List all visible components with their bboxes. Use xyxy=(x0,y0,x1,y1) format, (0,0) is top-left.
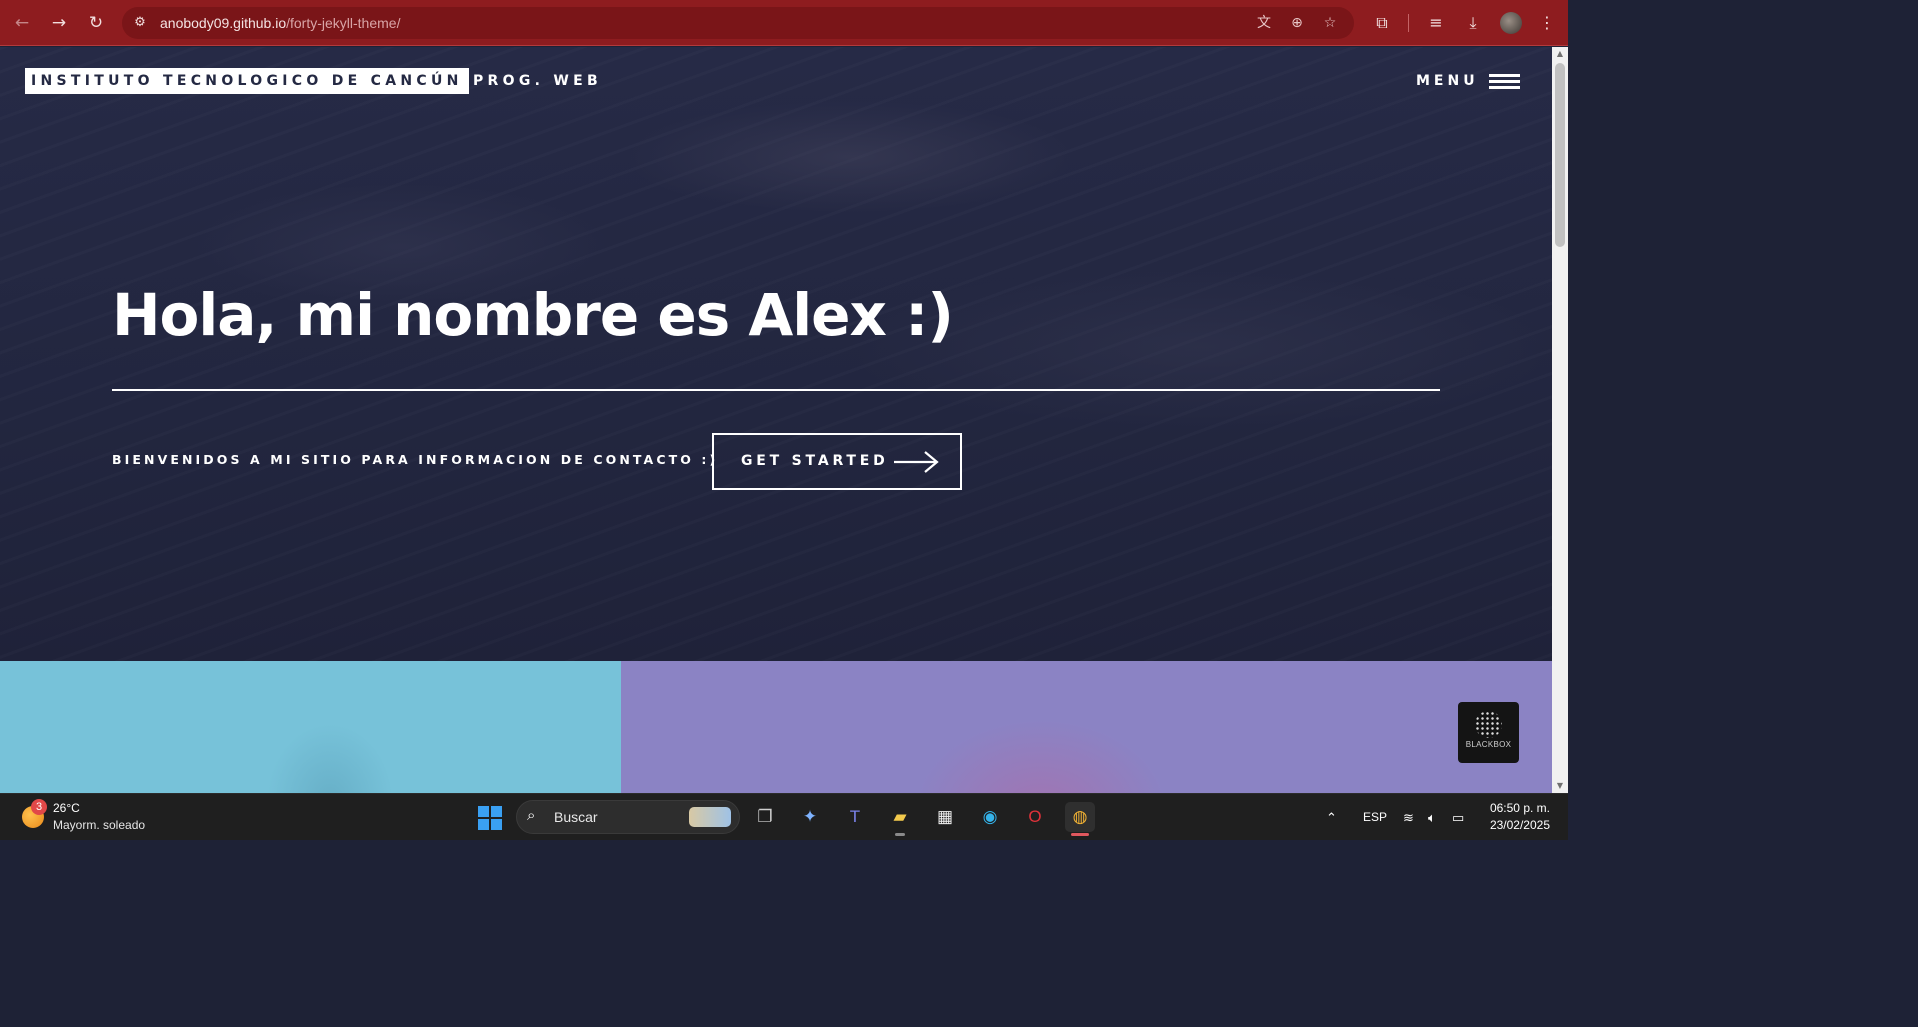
browser-toolbar: ← → ↻ ⚙ anobody09.github.io/forty-jekyll… xyxy=(0,0,1568,46)
site-logo[interactable]: INSTITUTO TECNOLOGICO DE CANCÚN xyxy=(25,68,469,94)
site-subtitle[interactable]: PROG. WEB xyxy=(473,68,602,94)
scroll-down-icon[interactable]: ▼ xyxy=(1552,779,1568,793)
blackbox-widget[interactable]: BLACKBOX xyxy=(1458,702,1519,763)
search-icon: ⌕ xyxy=(527,807,536,824)
task-view-icon[interactable]: ❐ xyxy=(750,802,780,832)
edge-icon[interactable]: ◉ xyxy=(975,802,1005,832)
search-highlight-image xyxy=(689,807,731,827)
scrollbar-thumb[interactable] xyxy=(1555,63,1565,247)
search-placeholder: Buscar xyxy=(554,809,598,825)
url-host: anobody09.github.io xyxy=(160,15,287,31)
weather-badge: 3 xyxy=(31,799,47,815)
address-bar[interactable]: ⚙ anobody09.github.io/forty-jekyll-theme… xyxy=(122,7,1354,39)
hero-subtitle: BIENVENIDOS A MI SITIO PARA INFORMACION … xyxy=(112,452,719,467)
download-icon[interactable]: ⤓ xyxy=(1461,11,1485,35)
opera-icon[interactable]: O xyxy=(1020,802,1050,832)
hero-divider xyxy=(112,389,1440,391)
file-explorer-icon[interactable]: ▰ xyxy=(885,802,915,836)
bookmark-star-icon[interactable]: ☆ xyxy=(1320,13,1340,33)
copilot-icon[interactable]: ✦ xyxy=(795,802,825,832)
toolbar-divider xyxy=(1408,14,1409,32)
reload-icon[interactable]: ↻ xyxy=(84,11,108,35)
hero-title: Hola, mi nombre es Alex :) xyxy=(112,281,954,349)
tray-chevron-icon[interactable]: ⌃ xyxy=(1326,794,1337,841)
forward-icon[interactable]: → xyxy=(47,11,71,35)
weather-description[interactable]: Mayorm. soleado xyxy=(53,818,145,832)
taskbar: 3 26°C Mayorm. soleado ⌕ Buscar ❐ ✦ T ▰ … xyxy=(0,793,1568,840)
weather-temperature[interactable]: 26°C xyxy=(53,801,80,815)
wifi-icon[interactable]: ≋ xyxy=(1403,794,1414,841)
hero-banner: INSTITUTO TECNOLOGICO DE CANCÚN PROG. WE… xyxy=(0,47,1552,661)
media-playlist-icon[interactable]: ≡ xyxy=(1424,11,1448,35)
arrow-right-icon xyxy=(894,451,939,473)
extensions-icon[interactable]: ⧉ xyxy=(1370,11,1394,35)
get-started-button[interactable]: GET STARTED xyxy=(712,433,962,490)
clock-time[interactable]: 06:50 p. m. xyxy=(1488,801,1550,815)
url-text[interactable]: anobody09.github.io/forty-jekyll-theme/ xyxy=(160,7,400,39)
blackbox-logo-icon xyxy=(1475,711,1502,738)
more-options-icon[interactable]: ⋮ xyxy=(1535,11,1559,35)
clock-date[interactable]: 23/02/2025 xyxy=(1484,818,1550,832)
chrome-icon[interactable]: ◍ xyxy=(1065,802,1095,836)
windows-start-icon[interactable] xyxy=(478,806,502,830)
blackbox-label: BLACKBOX xyxy=(1465,740,1512,749)
store-icon[interactable]: ▦ xyxy=(930,802,960,832)
url-path: /forty-jekyll-theme/ xyxy=(286,15,401,31)
teams-icon[interactable]: T xyxy=(840,802,870,832)
battery-icon[interactable]: ▭ xyxy=(1452,794,1464,841)
language-indicator[interactable]: ESP xyxy=(1363,794,1387,841)
get-started-label: GET STARTED xyxy=(741,453,889,469)
page-viewport: INSTITUTO TECNOLOGICO DE CANCÚN PROG. WE… xyxy=(0,47,1552,793)
tile-blue[interactable] xyxy=(0,661,621,793)
back-icon[interactable]: ← xyxy=(10,11,34,35)
hamburger-icon[interactable] xyxy=(1489,74,1520,90)
scroll-up-icon[interactable]: ▲ xyxy=(1552,47,1568,61)
volume-icon[interactable]: 🔈︎ xyxy=(1428,794,1436,841)
site-settings-icon[interactable]: ⚙ xyxy=(130,13,150,33)
menu-button[interactable]: MENU xyxy=(1416,68,1479,94)
translate-icon[interactable]: 文 xyxy=(1254,13,1274,33)
profile-avatar[interactable] xyxy=(1500,12,1522,34)
vertical-scrollbar[interactable]: ▲ ▼ xyxy=(1552,47,1568,793)
zoom-icon[interactable]: ⊕ xyxy=(1287,13,1307,33)
taskbar-search[interactable]: ⌕ Buscar xyxy=(516,800,740,834)
tile-purple[interactable] xyxy=(621,661,1552,793)
